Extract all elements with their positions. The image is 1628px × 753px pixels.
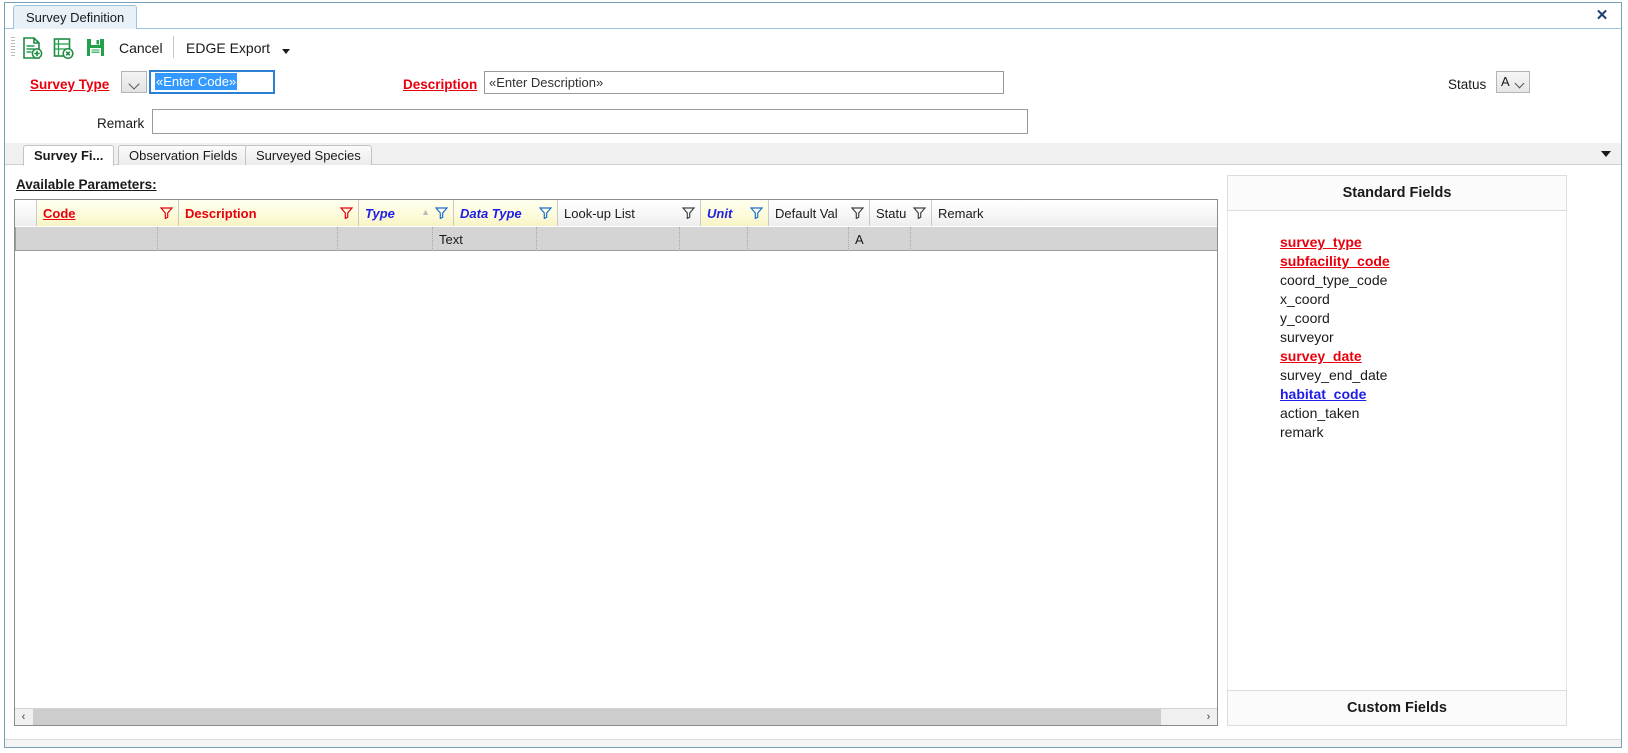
grid-cell-code[interactable] — [16, 227, 158, 251]
window-bottom-strip — [5, 739, 1621, 747]
grid-column-label: Data Type — [460, 205, 522, 221]
description-label: Description — [403, 77, 478, 92]
toolbar-grip[interactable] — [11, 37, 15, 58]
document-tab-survey-definition[interactable]: Survey Definition — [13, 5, 138, 29]
grid-column-header-description[interactable]: Description — [179, 200, 359, 226]
filter-icon[interactable] — [539, 206, 552, 219]
survey-type-label: Survey Type — [30, 77, 110, 92]
custom-fields-header[interactable]: Custom Fields — [1227, 690, 1567, 726]
tab-overflow-caret-icon[interactable] — [1601, 151, 1611, 157]
survey-type-code-input[interactable]: «Enter Code» — [149, 70, 275, 94]
grid-cell-statu[interactable]: A — [849, 227, 911, 251]
edge-export-button[interactable]: EDGE Export — [186, 38, 270, 58]
grid-column-header-look-up-list[interactable]: Look-up List — [558, 200, 701, 226]
grid-new-row[interactable]: ✻TextA — [15, 227, 1217, 251]
available-parameters-title: Available Parameters: — [16, 177, 157, 192]
remark-input[interactable] — [152, 109, 1028, 134]
tab-observation-fields[interactable]: Observation Fields — [118, 145, 249, 165]
standard-field-coord-type-code[interactable]: coord_type_code — [1228, 271, 1566, 290]
status-dropdown[interactable]: A — [1496, 71, 1530, 93]
standard-fields-list: survey_type subfacility_code coord_type_co… — [1227, 211, 1567, 690]
filter-icon[interactable] — [682, 206, 695, 219]
main-toolbar: Cancel EDGE Export — [5, 29, 1621, 65]
grid-horizontal-scrollbar[interactable]: ‹ › — [15, 708, 1217, 725]
filter-icon[interactable] — [851, 206, 864, 219]
scrollbar-thumb[interactable] — [33, 709, 1161, 725]
description-value: «Enter Description» — [489, 75, 604, 90]
close-icon[interactable]: ✕ — [1591, 5, 1613, 27]
document-tab-bar: Survey Definition ✕ — [5, 3, 1621, 29]
grid-column-header-data-type[interactable]: Data Type — [454, 200, 558, 226]
standard-field-action-taken[interactable]: action_taken — [1228, 404, 1566, 423]
filter-icon[interactable] — [435, 206, 448, 219]
grid-column-header-code[interactable]: Code — [37, 200, 179, 226]
inner-tab-bar: Survey Fi... Observation Fields Surveyed… — [5, 143, 1621, 166]
description-input[interactable]: «Enter Description» — [484, 71, 1004, 94]
standard-field-surveyor[interactable]: surveyor — [1228, 328, 1566, 347]
grid-column-label: Default Val — [775, 205, 838, 221]
scroll-left-arrow-icon[interactable]: ‹ — [15, 709, 32, 725]
sort-ascending-icon[interactable]: ▲ — [421, 207, 430, 217]
toolbar-separator — [173, 36, 174, 58]
grid-column-label: Code — [43, 205, 76, 221]
standard-field-survey-end-date[interactable]: survey_end_date — [1228, 366, 1566, 385]
grid-corner-header — [15, 200, 37, 226]
standard-field-remark[interactable]: remark — [1228, 423, 1566, 442]
standard-field-x-coord[interactable]: x_coord — [1228, 290, 1566, 309]
grid-header-row: Code Description Type ▲ Data Type Look-up Lis… — [15, 200, 1217, 226]
fields-side-panel: Standard Fields survey_type subfacility_c… — [1227, 175, 1567, 726]
grid-column-header-statu[interactable]: Statu — [870, 200, 932, 226]
save-icon[interactable] — [83, 36, 109, 60]
grid-column-label: Remark — [938, 205, 984, 221]
toolbar-overflow-caret-icon[interactable] — [282, 49, 290, 54]
filter-icon[interactable] — [160, 206, 173, 219]
survey-definition-window: Survey Definition ✕ Cancel EDGE Export S… — [4, 2, 1622, 748]
grid-column-header-type[interactable]: Type ▲ — [359, 200, 454, 226]
grid-cell-look-up-list[interactable] — [537, 227, 680, 251]
grid-column-label: Unit — [707, 205, 733, 221]
grid-cell-default-val[interactable] — [748, 227, 849, 251]
delete-record-icon[interactable] — [50, 36, 76, 60]
survey-type-code-value: «Enter Code» — [155, 73, 238, 90]
grid-cell-unit[interactable] — [680, 227, 748, 251]
new-document-icon[interactable] — [19, 36, 45, 60]
filter-icon[interactable] — [750, 206, 763, 219]
survey-type-dropdown-button[interactable] — [121, 71, 147, 93]
grid-cell-data-type[interactable]: Text — [433, 227, 537, 251]
grid-column-label: Statu — [876, 205, 907, 221]
cancel-button[interactable]: Cancel — [119, 38, 163, 58]
status-value: A — [1501, 74, 1510, 89]
grid-column-header-remark[interactable]: Remark — [932, 200, 1217, 226]
grid-column-label: Look-up List — [564, 205, 635, 221]
header-form: Survey Type «Enter Code» Description «En… — [5, 65, 1621, 143]
standard-field-survey-date[interactable]: survey_date — [1228, 347, 1566, 366]
grid-cell-type[interactable] — [338, 227, 433, 251]
standard-field-subfacility-code[interactable]: subfacility_code — [1228, 252, 1566, 271]
grid-column-header-default-val[interactable]: Default Val — [769, 200, 870, 226]
filter-icon[interactable] — [340, 206, 353, 219]
status-label: Status — [1448, 77, 1487, 92]
tab-surveyed-species[interactable]: Surveyed Species — [245, 145, 372, 165]
tab-survey-fields[interactable]: Survey Fi... — [23, 145, 115, 166]
filter-icon[interactable] — [913, 206, 926, 219]
scroll-right-arrow-icon[interactable]: › — [1200, 709, 1217, 725]
grid-column-label: Type — [365, 205, 395, 221]
standard-field-habitat-code[interactable]: habitat_code — [1228, 385, 1566, 404]
remark-label: Remark — [97, 116, 145, 131]
standard-field-y-coord[interactable]: y_coord — [1228, 309, 1566, 328]
grid-cell-remark[interactable] — [911, 227, 1217, 251]
available-parameters-grid: Code Description Type ▲ Data Type Look-up Lis… — [14, 199, 1218, 726]
grid-cell-description[interactable] — [158, 227, 338, 251]
standard-fields-header[interactable]: Standard Fields — [1227, 175, 1567, 211]
grid-column-header-unit[interactable]: Unit — [701, 200, 769, 226]
grid-column-label: Description — [185, 205, 257, 221]
standard-field-survey-type[interactable]: survey_type — [1228, 233, 1566, 252]
